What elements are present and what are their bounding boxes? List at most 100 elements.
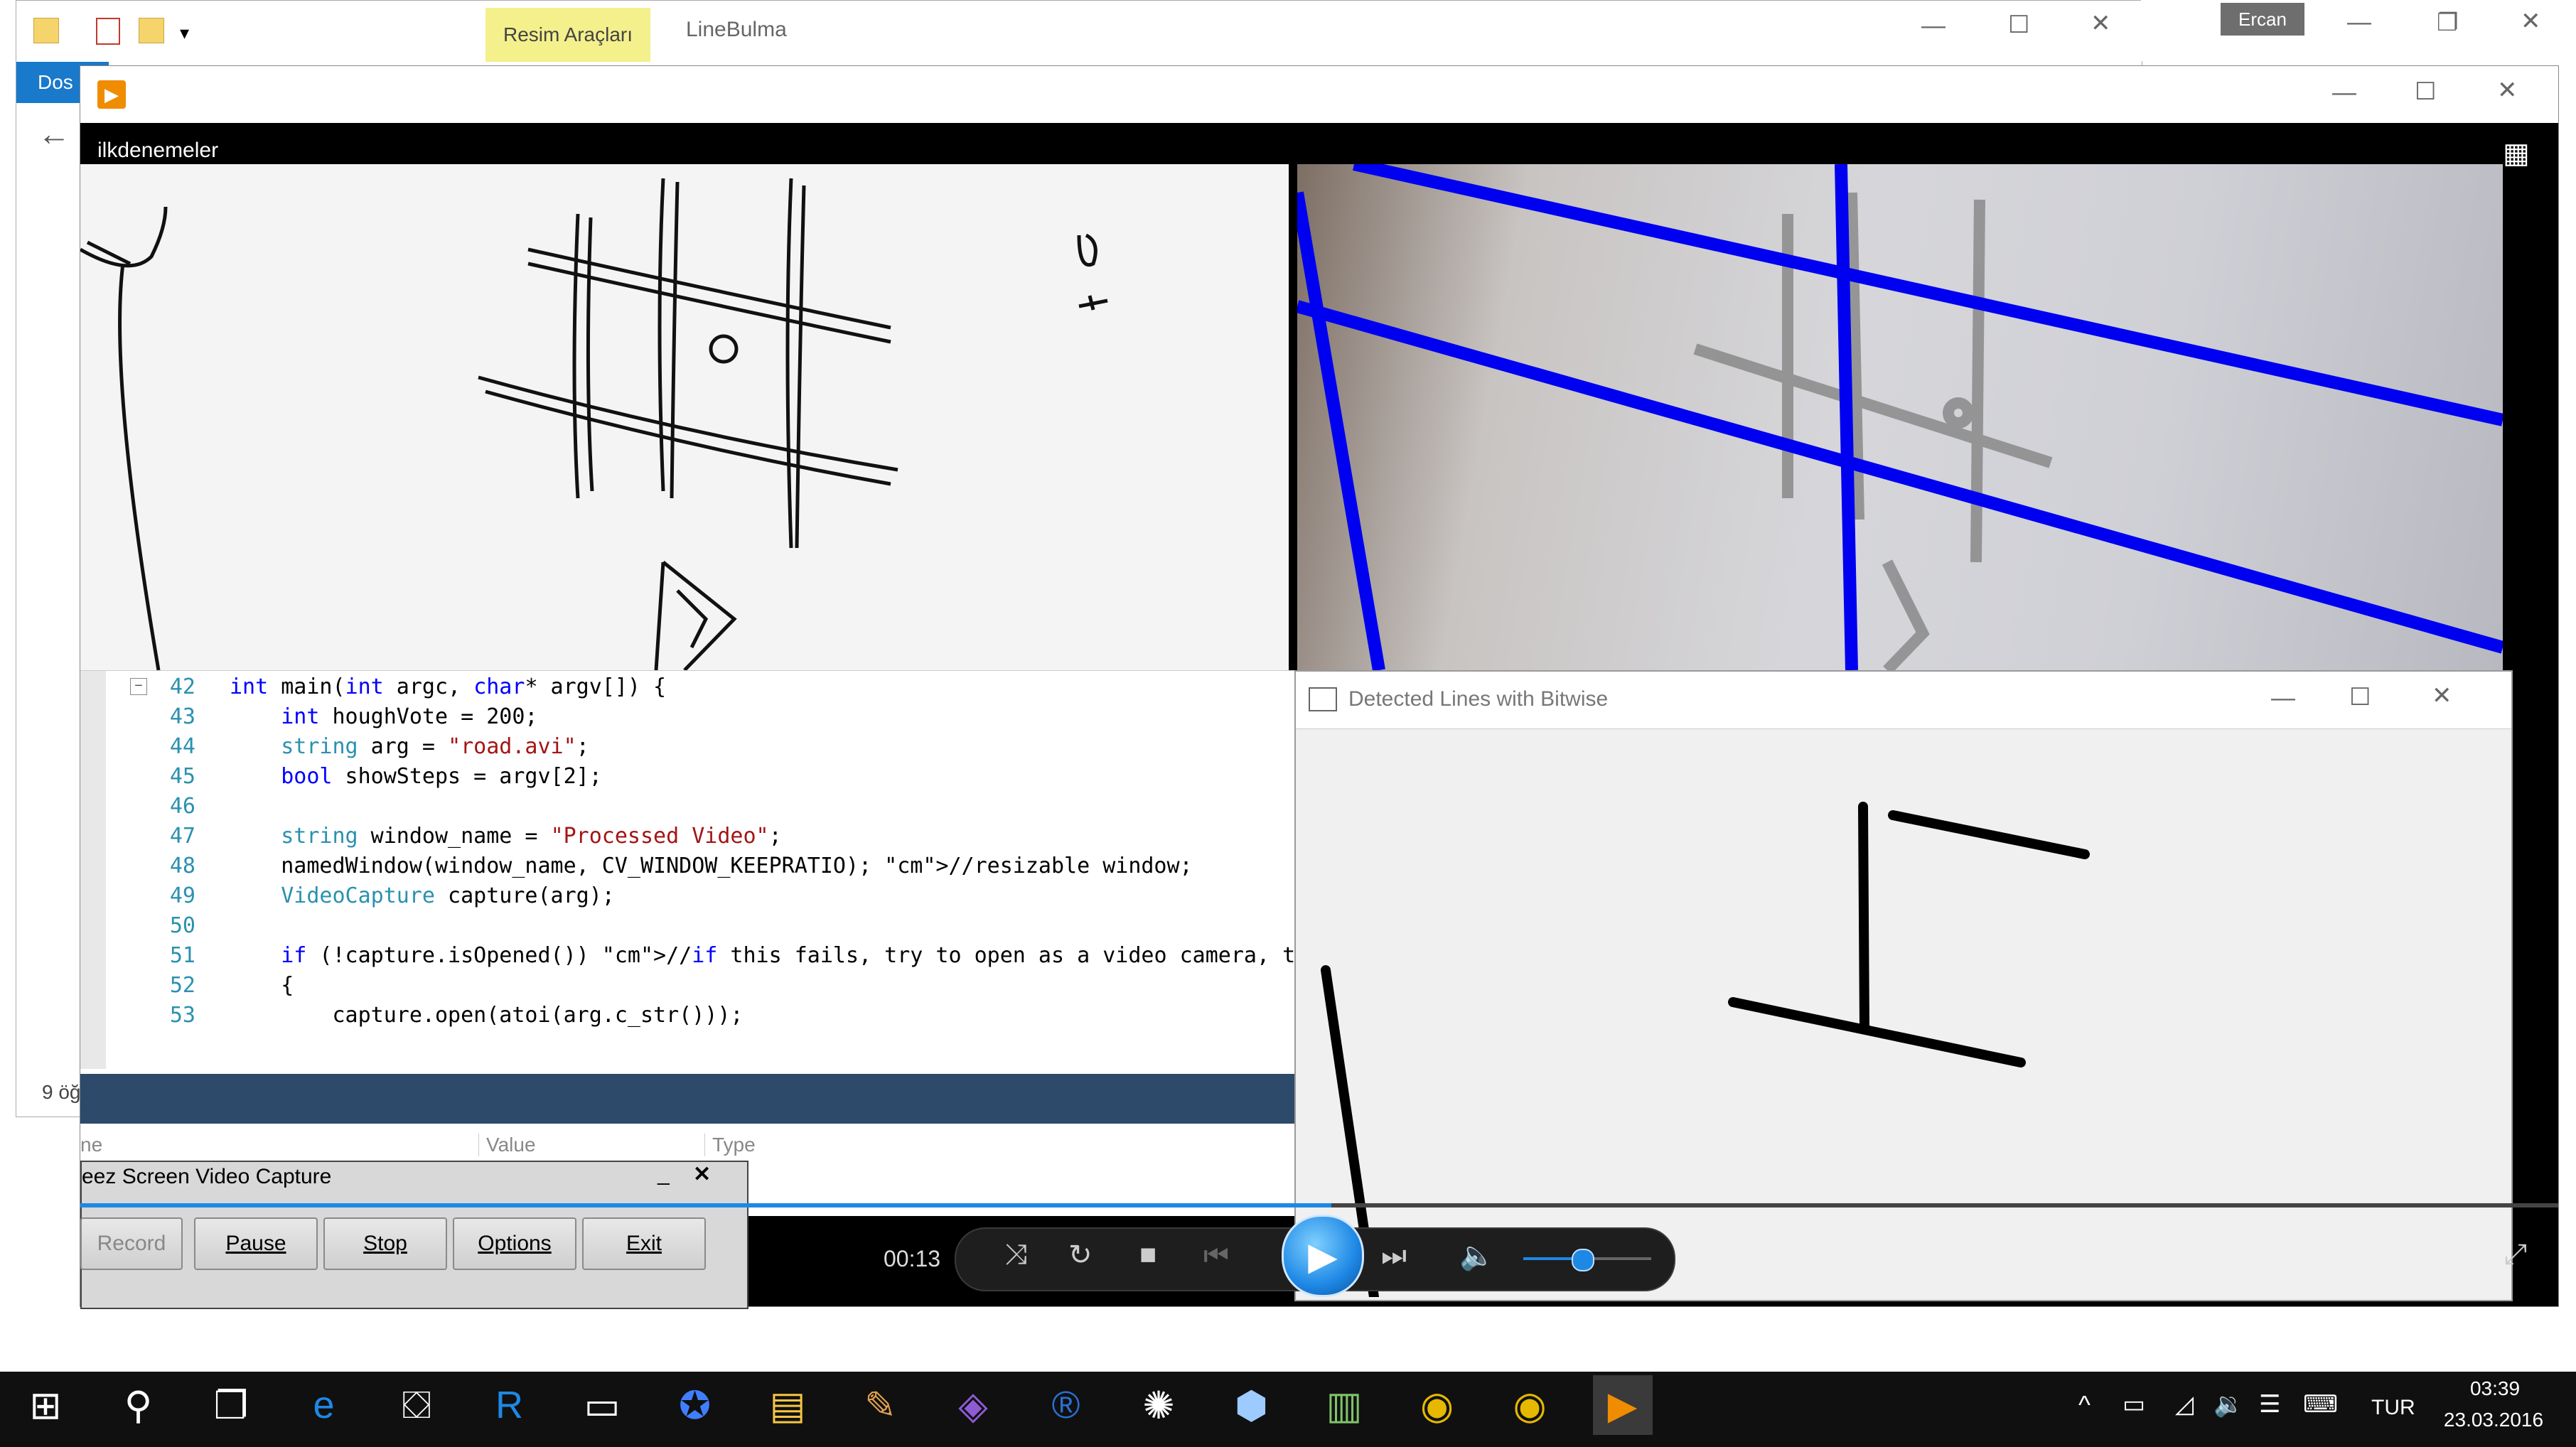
volume-slider[interactable] [1523,1249,1651,1271]
player-time: 00:13 [884,1246,941,1271]
player-maximize-button[interactable]: ☐ [2415,77,2436,106]
terminal-icon[interactable]: ▭ [572,1375,632,1435]
tray-notification-icon[interactable]: ☰ [2259,1390,2280,1419]
line-number: 43 [169,704,195,729]
file-explorer-icon[interactable]: ▤ [758,1375,817,1435]
shuffle-icon[interactable]: ⤨ [1004,1239,1027,1271]
quick-access-properties-icon[interactable] [96,18,120,45]
edge-icon[interactable]: e [294,1375,354,1435]
quick-access-folder-icon[interactable] [33,18,59,43]
explorer-titlebar: ▾ Resim Araçları LineBulma — ☐ ✕ [16,1,2142,62]
player-minimize-button[interactable]: — [2332,79,2356,107]
tray-keyboard-icon[interactable]: ⌨ [2303,1390,2338,1419]
next-icon[interactable]: ⏭ [1381,1240,1407,1272]
panel-title-bar [80,1074,1296,1124]
quick-access-dropdown-icon[interactable]: ▾ [180,22,189,44]
background-window-titlebar: Ercan — ❐ ✕ [2141,0,2576,61]
line-number: 47 [169,824,195,849]
edge-drawing [79,178,1108,672]
ribbon-tab-picture-tools[interactable]: Resim Araçları [485,8,650,62]
notepad-icon[interactable]: ▥ [1314,1375,1374,1435]
tray-network-icon[interactable]: ◿ [2175,1390,2194,1419]
switch-view-icon[interactable]: ⤢ [2504,1239,2527,1271]
line-number: 42 [169,674,195,699]
bg-close-button[interactable]: ✕ [2521,7,2541,36]
quick-access-newfolder-icon[interactable] [139,18,164,43]
detected-window-icon [1309,687,1337,711]
code-line: 45 bool showSteps = argv[2]; [80,762,1296,792]
stop-button[interactable]: Stop [323,1217,447,1270]
search-icon[interactable]: ⚲ [109,1375,168,1435]
camera-view [1297,164,2503,670]
line-number: 45 [169,764,195,789]
repeat-icon[interactable]: ↻ [1068,1239,1093,1271]
task-view-icon[interactable]: ❐ [201,1375,261,1435]
hough-lines-overlay [1297,164,2503,670]
explorer-close-button[interactable]: ✕ [2091,9,2111,38]
stop-icon[interactable]: ■ [1139,1239,1156,1271]
exit-button[interactable]: Exit [582,1217,706,1270]
code-editor: − 42 int main(int argc, char* argv[]) {43… [80,670,1411,1121]
detected-maximize-button[interactable]: ☐ [2349,683,2371,711]
box-icon[interactable]: ⬢ [1222,1375,1282,1435]
code-text: string arg = "road.avi"; [281,734,589,759]
capture-tool-title: eez Screen Video Capture [82,1165,332,1188]
capture-tool-close-button[interactable]: ✕ [693,1162,711,1187]
tray-chevron-icon[interactable]: ^ [2078,1390,2091,1420]
bg-minimize-button[interactable]: — [2347,9,2371,36]
fullscreen-grid-icon[interactable]: ▦ [2503,137,2530,170]
capture-tool-minimize-button[interactable]: _ [658,1162,670,1186]
line-number: 48 [169,854,195,878]
explorer-back-arrow-icon[interactable]: ← [38,114,70,153]
line-number: 53 [169,1003,195,1028]
options-button[interactable]: Options [453,1217,576,1270]
volume-icon[interactable]: 🔈 [1459,1239,1495,1272]
code-line: 47 string window_name = "Processed Video… [80,822,1296,851]
code-text: string window_name = "Processed Video"; [281,824,782,849]
line-number: 52 [169,973,195,998]
code-text: capture.open(atoi(arg.c_str())); [230,1003,744,1028]
chrome-icon[interactable]: ◉ [1407,1375,1467,1435]
store-icon[interactable]: ⛋ [387,1375,446,1435]
visual-studio-icon[interactable]: ◈ [943,1375,1003,1435]
code-text: VideoCapture capture(arg); [281,883,615,908]
code-text: { [230,973,294,998]
tray-date[interactable]: 23.03.2016 [2437,1409,2550,1431]
line-number: 44 [169,734,195,759]
tray-volume-icon[interactable]: 🔉 [2213,1390,2243,1419]
detected-minimize-button[interactable]: — [2271,684,2295,712]
vpn-icon[interactable]: ✪ [665,1375,725,1435]
line-number: 49 [169,883,195,908]
pause-button[interactable]: Pause [194,1217,318,1270]
player-close-button[interactable]: ✕ [2497,76,2518,104]
code-line: 51 if (!capture.isOpened()) "cm">//if th… [80,941,1411,971]
app-icon[interactable]: ✺ [1129,1375,1188,1435]
code-text: if (!capture.isOpened()) "cm">//if this … [281,943,1411,968]
r-studio-icon[interactable]: R [480,1375,540,1435]
previous-icon[interactable]: ⏮ [1203,1240,1229,1272]
explorer-minimize-button[interactable]: — [1921,12,1946,40]
code-line: 53 capture.open(atoi(arg.c_str())); [80,1001,1296,1031]
detected-lines-canvas [1321,802,2090,1297]
code-text: namedWindow(window_name, CV_WINDOW_KEEPR… [230,854,1193,878]
watch-col-value: Value [478,1134,536,1156]
detected-close-button[interactable]: ✕ [2432,682,2452,710]
tray-battery-icon[interactable]: ▭ [2122,1390,2145,1419]
r-icon[interactable]: ® [1036,1375,1096,1435]
start-icon[interactable]: ⊞ [16,1375,75,1435]
media-player-icon[interactable]: ▶ [1592,1375,1653,1435]
code-text: bool showSteps = argv[2]; [281,764,602,789]
code-text: int main(int argc, char* argv[]) { [230,674,667,699]
volume-slider-thumb[interactable] [1572,1249,1594,1271]
tray-language[interactable]: TUR [2371,1396,2415,1420]
paint-icon[interactable]: ✎ [851,1375,911,1435]
player-seekbar[interactable] [80,1203,2558,1207]
explorer-maximize-button[interactable]: ☐ [2008,11,2029,39]
code-text: int houghVote = 200; [281,704,538,729]
chrome-icon-2[interactable]: ◉ [1500,1375,1560,1435]
record-button[interactable]: Record [80,1217,183,1270]
tray-time[interactable]: 03:39 [2445,1377,2545,1400]
bg-restore-button[interactable]: ❐ [2437,9,2458,37]
play-button[interactable]: ▶ [1282,1215,1364,1297]
line-number: 51 [169,943,195,968]
